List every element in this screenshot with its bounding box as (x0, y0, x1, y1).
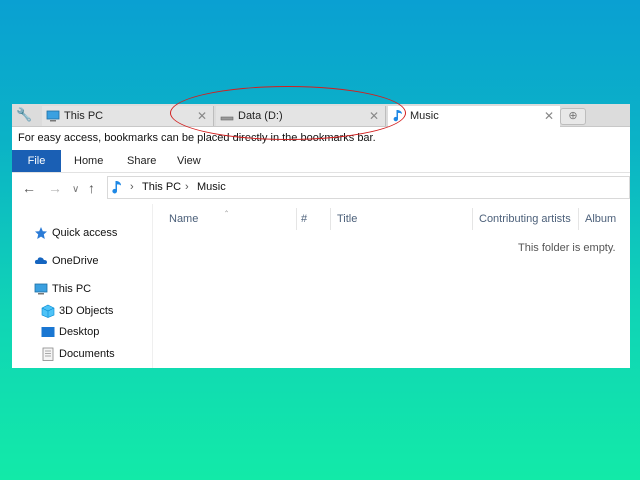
tab-music[interactable]: Music ✕ (388, 106, 560, 127)
chevron-right-icon: › (130, 181, 134, 193)
forward-arrow-icon[interactable]: → (48, 178, 62, 198)
nav-item-label: This PC (52, 283, 92, 295)
tab-strip: 🔧 This PC ✕ Data (D:) ✕ Music ✕ ⊕ (12, 104, 630, 127)
column-divider[interactable] (578, 208, 579, 230)
column-divider[interactable] (472, 208, 473, 230)
chevron-right-icon: › (185, 181, 189, 193)
cloud-icon (34, 257, 47, 264)
close-icon[interactable]: ✕ (369, 106, 379, 126)
column-divider[interactable] (296, 208, 297, 230)
close-icon[interactable]: ✕ (197, 106, 207, 126)
nav-item-label: OneDrive (52, 255, 99, 267)
column-header-number[interactable]: # (301, 210, 307, 228)
computer-icon (46, 110, 60, 122)
address-bar[interactable]: › This PC › Music (107, 176, 630, 199)
column-divider[interactable] (330, 208, 331, 230)
tab-label: Data (D:) (238, 110, 283, 122)
computer-icon (34, 283, 48, 295)
empty-folder-message: This folder is empty. (518, 242, 616, 254)
breadcrumb-this-pc[interactable]: This PC (142, 177, 181, 198)
nav-item-label: Quick access (52, 227, 118, 239)
nav-item-label: 3D Objects (59, 305, 114, 317)
chevron-down-icon[interactable]: ∨ (72, 180, 79, 200)
bookmarks-bar: For easy access, bookmarks can be placed… (12, 127, 630, 149)
nav-item-label: Documents (59, 348, 115, 360)
wrench-icon[interactable]: 🔧 (16, 107, 32, 123)
ribbon-tab-file[interactable]: File (12, 150, 61, 172)
column-header-name[interactable]: Name (169, 210, 198, 228)
ribbon-tab-view[interactable]: View (177, 150, 201, 172)
up-arrow-icon[interactable]: ↑ (88, 178, 95, 198)
column-header-title[interactable]: Title (337, 210, 357, 228)
new-tab-button[interactable]: ⊕ (560, 108, 586, 125)
sort-caret-icon: ‸ (225, 202, 229, 212)
navigation-pane: Quick access OneDrive This PC 3D Objects (12, 204, 153, 368)
navigation-row: ← → ∨ ↑ › This PC › Music (12, 174, 630, 202)
desktop-icon (41, 327, 55, 337)
tab-this-pc[interactable]: This PC ✕ (42, 106, 214, 126)
tab-label: Music (410, 110, 439, 122)
back-arrow-icon[interactable]: ← (22, 178, 36, 198)
cube-icon (41, 304, 55, 318)
ribbon-tab-share[interactable]: Share (127, 150, 156, 172)
tab-label: This PC (64, 110, 104, 122)
tab-data-drive[interactable]: Data (D:) ✕ (216, 106, 386, 126)
nav-item-label: Desktop (59, 326, 100, 338)
file-list: ‸ Name # Title Contributing artists Albu… (153, 202, 630, 368)
column-header-contributing-artists[interactable]: Contributing artists (479, 210, 571, 228)
drive-icon (220, 116, 234, 121)
explorer-window: 🔧 This PC ✕ Data (D:) ✕ Music ✕ ⊕ For ea… (12, 104, 630, 368)
ribbon-tab-home[interactable]: Home (74, 150, 103, 172)
ribbon: File Home Share View (12, 150, 630, 173)
close-icon[interactable]: ✕ (544, 106, 554, 126)
breadcrumb-music[interactable]: Music (197, 177, 226, 198)
music-note-icon (112, 181, 121, 194)
document-icon (42, 347, 54, 361)
column-header-album[interactable]: Album (585, 210, 616, 228)
music-note-icon (393, 110, 402, 122)
star-icon (35, 227, 47, 239)
